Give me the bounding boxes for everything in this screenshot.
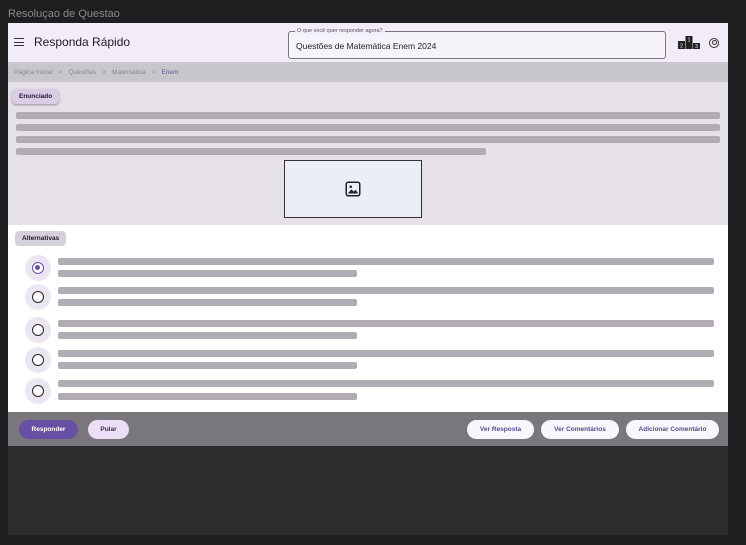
alternative-text-placeholder[interactable] — [58, 287, 714, 294]
alternatives-section: Alternativas — [8, 225, 728, 412]
chevron-right-icon: > — [102, 68, 107, 76]
add-comment-button[interactable]: Adicionar Comentário — [626, 420, 719, 439]
window-title: Resoluçao de Questao — [8, 8, 120, 20]
alternative-text-placeholder[interactable] — [58, 320, 714, 327]
account-circle-icon[interactable] — [709, 38, 719, 48]
search-field[interactable]: O que você quer responder agora? — [288, 27, 666, 59]
menu-icon[interactable] — [14, 38, 24, 46]
action-bar: Responder Pular Ver Resposta Ver Comentá… — [8, 412, 728, 446]
breadcrumb-item-home[interactable]: Página Inicial — [14, 69, 53, 76]
alternative-text-placeholder[interactable] — [58, 362, 357, 369]
alternative-text-placeholder[interactable] — [58, 299, 357, 306]
respond-button[interactable]: Responder — [19, 420, 78, 439]
view-answer-button[interactable]: Ver Resposta — [467, 420, 534, 439]
statement-text-placeholder — [16, 124, 720, 131]
podium-icon[interactable]: 2 1 3 — [678, 35, 700, 49]
alternative-text-placeholder[interactable] — [58, 270, 357, 277]
podium-number-3: 3 — [695, 44, 698, 49]
search-label: O que você quer responder agora? — [295, 27, 385, 35]
statement-image — [284, 160, 422, 218]
alternative-radio-2[interactable] — [32, 291, 44, 303]
alternative-text-placeholder[interactable] — [58, 332, 357, 339]
empty-area — [8, 446, 728, 535]
statement-text-placeholder — [16, 136, 720, 143]
skip-button[interactable]: Pular — [88, 420, 129, 439]
alternative-text-placeholder[interactable] — [58, 393, 357, 400]
statement-text-placeholder — [16, 148, 486, 155]
breadcrumb: Página Inicial > Questões > Matemática >… — [8, 62, 728, 82]
app-frame: Responda Rápido O que você quer responde… — [8, 23, 728, 535]
alternative-radio-4[interactable] — [32, 354, 44, 366]
view-comments-button[interactable]: Ver Comentários — [541, 420, 619, 439]
chevron-right-icon: > — [151, 68, 156, 76]
breadcrumb-item-enem: Enem — [161, 68, 179, 76]
search-input[interactable] — [296, 40, 656, 52]
top-app-bar: Responda Rápido O que você quer responde… — [8, 23, 728, 62]
alternative-text-placeholder[interactable] — [58, 258, 714, 265]
breadcrumb-item-math[interactable]: Matemática — [112, 69, 146, 76]
app-title: Responda Rápido — [34, 35, 131, 49]
statement-text-placeholder — [16, 112, 720, 119]
podium-number-2: 2 — [680, 44, 683, 50]
statement-chip: Enunciado — [12, 89, 60, 104]
alternative-radio-1[interactable] — [32, 262, 44, 274]
breadcrumb-item-questions[interactable]: Questões — [68, 69, 96, 76]
alternative-radio-5[interactable] — [32, 385, 44, 397]
alternatives-chip: Alternativas — [15, 231, 67, 246]
image-icon — [345, 181, 361, 197]
alternative-text-placeholder[interactable] — [58, 380, 714, 387]
alternative-radio-3[interactable] — [32, 324, 44, 336]
alternative-text-placeholder[interactable] — [58, 350, 714, 357]
question-statement: Enunciado — [8, 82, 728, 225]
chevron-right-icon: > — [58, 68, 63, 76]
podium-number-1: 1 — [688, 38, 691, 44]
